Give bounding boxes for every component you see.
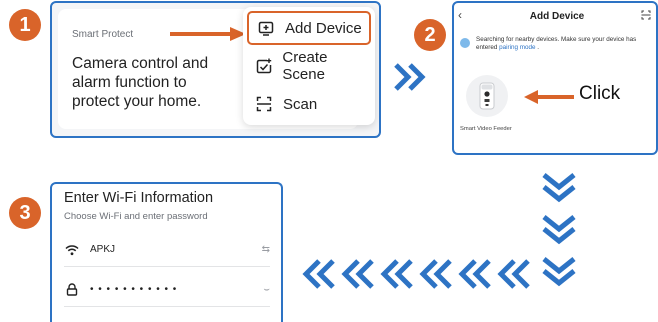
section-title: Smart Protect — [72, 29, 134, 40]
scan-icon[interactable] — [641, 10, 651, 20]
pointer-arrow-icon — [170, 27, 246, 41]
pairing-mode-link[interactable]: pairing mode — [499, 44, 535, 51]
chevron-down-icon — [542, 173, 576, 287]
page-title: Add Device — [529, 11, 585, 22]
searching-spinner-icon — [460, 38, 470, 48]
search-status: Searching for nearby devices. Make sure … — [476, 36, 656, 52]
create-scene-icon — [255, 57, 272, 75]
step-badge-2: 2 — [414, 19, 446, 51]
chevron-right-icon — [394, 63, 426, 91]
description-line: alarm function to — [72, 74, 187, 91]
page-title: Enter Wi-Fi Information — [64, 190, 214, 206]
menu-item-add-device[interactable]: Add Device — [247, 11, 371, 45]
step2-panel: ‹ Add Device Searching for nearby device… — [452, 1, 658, 155]
menu-item-scan[interactable]: Scan — [247, 87, 371, 121]
step1-panel: Smart Protect Camera control and alarm f… — [50, 1, 381, 138]
description-line: Camera control and — [72, 55, 209, 72]
menu-item-label: Add Device — [285, 19, 362, 37]
device-name: Smart Video Feeder — [460, 126, 512, 132]
password-field[interactable]: • • • • • • • • • • • ⌣ — [64, 273, 270, 307]
password-value: • • • • • • • • • • • — [90, 284, 178, 295]
add-device-icon — [257, 19, 275, 37]
section-description: Camera control and alarm function to pro… — [72, 54, 208, 111]
menu-item-label: Scan — [283, 95, 318, 113]
wifi-name: APKJ — [90, 244, 116, 255]
scan-icon — [255, 95, 273, 113]
click-callout: Click — [579, 83, 621, 104]
step-badge-1: 1 — [9, 9, 41, 41]
menu-item-create-scene[interactable]: Create Scene — [247, 49, 371, 83]
wifi-select-row[interactable]: APKJ ⇆ — [64, 233, 270, 267]
page-subtitle: Choose Wi-Fi and enter password — [64, 211, 208, 222]
add-menu: Add Device Create Scene Scan — [243, 7, 375, 125]
wifi-icon — [64, 244, 80, 256]
chevron-left-icon — [302, 259, 530, 289]
step3-panel: Enter Wi-Fi Information Choose Wi-Fi and… — [50, 182, 283, 322]
step-badge-3: 3 — [9, 197, 41, 229]
show-password-icon[interactable]: ⌣ — [263, 284, 270, 295]
search-suffix: . — [537, 44, 540, 51]
menu-item-label: Create Scene — [282, 49, 328, 83]
lock-icon — [64, 283, 80, 296]
pointer-arrow-icon — [524, 90, 574, 104]
video-feeder-icon — [479, 82, 495, 110]
description-line: protect your home. — [72, 93, 202, 110]
device-tile[interactable] — [466, 75, 508, 117]
switch-network-icon[interactable]: ⇆ — [262, 244, 270, 255]
tutorial-canvas: 1 2 3 Smart Protect Camera control and a… — [0, 0, 658, 322]
